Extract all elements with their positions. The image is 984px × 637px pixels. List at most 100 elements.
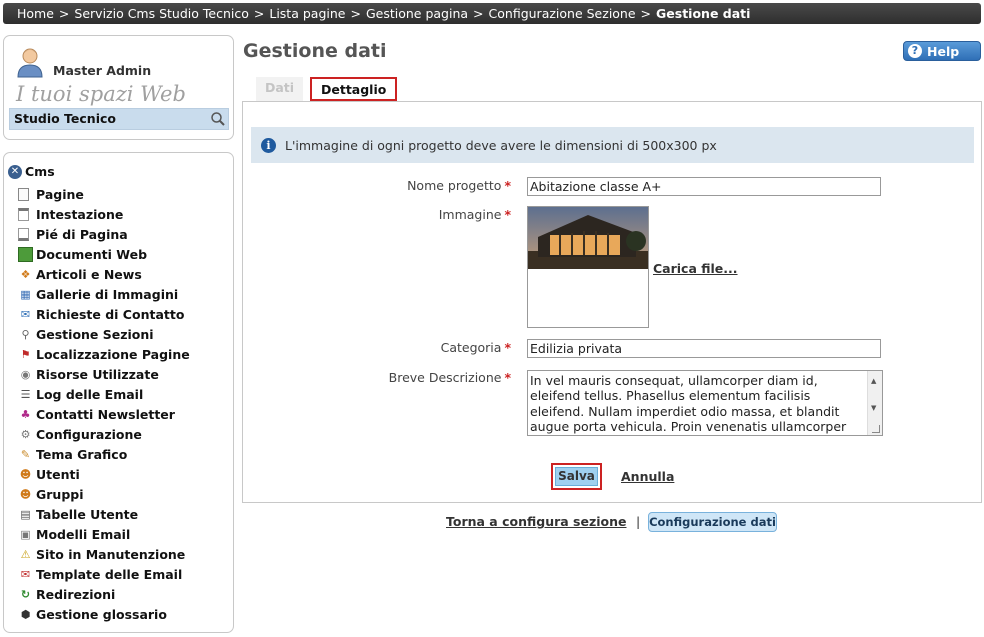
tab-dati[interactable]: Dati xyxy=(256,77,304,101)
menu-item-label: Articoli e News xyxy=(36,266,142,282)
breadcrumb-separator: > xyxy=(640,6,652,21)
breadcrumb-current: Gestione dati xyxy=(656,6,751,21)
warning-icon: ⚠ xyxy=(20,547,31,561)
house-photo xyxy=(528,207,648,269)
sections-icon: ⚲ xyxy=(21,327,30,341)
menu-item-label: Pié di Pagina xyxy=(36,226,128,242)
breadcrumb-separator: > xyxy=(253,6,265,21)
user-name: Master Admin xyxy=(53,63,152,78)
menu-item-label: Localizzazione Pagine xyxy=(36,346,190,362)
gallery-icon: ▦ xyxy=(20,287,31,301)
required-mark: * xyxy=(504,370,511,385)
menu-item-intestazione[interactable]: Intestazione xyxy=(18,204,190,224)
scroll-down-icon[interactable]: ▼ xyxy=(871,401,876,416)
menu-item-label: Intestazione xyxy=(36,206,124,222)
detail-form: i L'immagine di ogni progetto deve avere… xyxy=(242,101,982,503)
menu-item-localizzazione[interactable]: ⚑ Localizzazione Pagine xyxy=(18,344,190,364)
newsletter-icon: ♣ xyxy=(20,407,31,421)
menu-item-gruppi[interactable]: ☻ Gruppi xyxy=(18,484,190,504)
cancel-link[interactable]: Annulla xyxy=(621,469,674,484)
contact-request-icon: ✉ xyxy=(20,307,31,321)
menu-item-label: Modelli Email xyxy=(36,526,131,542)
menu-item-utenti[interactable]: ☻ Utenti xyxy=(18,464,190,484)
menu-root-cms[interactable]: ✕ Cms xyxy=(8,164,55,179)
cms-menu: ✕ Cms Pagine Intestazione Pié di Pagina … xyxy=(3,152,234,633)
info-text: L'immagine di ogni progetto deve avere l… xyxy=(285,137,717,153)
upload-file-link[interactable]: Carica file... xyxy=(653,261,738,276)
breadcrumb-configurazione-sezione[interactable]: Configurazione Sezione xyxy=(489,6,636,21)
menu-item-configurazione[interactable]: ⚙ Configurazione xyxy=(18,424,190,444)
help-label: Help xyxy=(927,43,960,59)
menu-item-log-email[interactable]: ☰ Log delle Email xyxy=(18,384,190,404)
menu-item-sito-manutenzione[interactable]: ⚠ Sito in Manutenzione xyxy=(18,544,190,564)
menu-item-tabelle-utente[interactable]: ▤ Tabelle Utente xyxy=(18,504,190,524)
nome-progetto-input[interactable]: Abitazione classe A+ xyxy=(527,177,881,196)
header-icon xyxy=(18,207,29,221)
footer-icon xyxy=(18,227,29,241)
footer-separator: | xyxy=(636,514,641,529)
menu-item-label: Log delle Email xyxy=(36,386,144,402)
menu-item-label: Gestione Sezioni xyxy=(36,326,154,342)
menu-item-gallerie[interactable]: ▦ Gallerie di Immagini xyxy=(18,284,190,304)
breadcrumb-gestione-pagina[interactable]: Gestione pagina xyxy=(366,6,468,21)
tab-dettaglio[interactable]: Dettaglio xyxy=(310,77,398,101)
categoria-input[interactable]: Edilizia privata xyxy=(527,339,881,358)
menu-item-label: Documenti Web xyxy=(36,246,148,262)
configurazione-dati-button[interactable]: Configurazione dati xyxy=(648,512,777,532)
menu-item-risorse[interactable]: ◉ Risorse Utilizzate xyxy=(18,364,190,384)
table-icon: ▤ xyxy=(20,507,31,521)
glossary-icon: ⬢ xyxy=(20,607,31,621)
breadcrumb-servizio-cms[interactable]: Servizio Cms Studio Tecnico xyxy=(74,6,248,21)
menu-item-glossario[interactable]: ⬢ Gestione glossario xyxy=(18,604,190,624)
breve-descrizione-textarea[interactable]: In vel mauris consequat, ullamcorper dia… xyxy=(527,370,883,436)
nome-progetto-label: Nome progetto * xyxy=(407,178,511,193)
menu-item-label: Richieste di Contatto xyxy=(36,306,185,322)
group-icon: ☻ xyxy=(19,487,32,501)
immagine-label: Immagine * xyxy=(438,207,511,222)
site-selector[interactable]: Studio Tecnico xyxy=(9,108,229,130)
menu-item-pagine[interactable]: Pagine xyxy=(18,184,190,204)
menu-item-pie-di-pagina[interactable]: Pié di Pagina xyxy=(18,224,190,244)
site-name: Studio Tecnico xyxy=(14,111,116,126)
resize-grip-icon[interactable] xyxy=(872,425,880,433)
news-icon: ❖ xyxy=(20,267,31,281)
menu-item-label: Template delle Email xyxy=(36,566,183,582)
description-text: In vel mauris consequat, ullamcorper dia… xyxy=(530,373,847,435)
menu-item-template-email[interactable]: ✉ Template delle Email xyxy=(18,564,190,584)
breadcrumb-lista-pagine[interactable]: Lista pagine xyxy=(269,6,345,21)
save-label: Salva xyxy=(555,467,598,486)
redirect-icon: ↻ xyxy=(20,587,31,601)
info-icon: i xyxy=(261,137,276,153)
scroll-up-icon[interactable]: ▲ xyxy=(871,374,876,389)
breve-descrizione-label: Breve Descrizione * xyxy=(388,370,511,385)
menu-item-documenti-web[interactable]: Documenti Web xyxy=(18,244,190,264)
menu-item-redirezioni[interactable]: ↻ Redirezioni xyxy=(18,584,190,604)
page-title: Gestione dati xyxy=(243,40,387,62)
menu-item-modelli-email[interactable]: ▣ Modelli Email xyxy=(18,524,190,544)
help-button[interactable]: ? Help xyxy=(903,41,981,61)
search-icon[interactable] xyxy=(210,111,226,127)
save-button[interactable]: Salva xyxy=(551,463,602,490)
email-log-icon: ☰ xyxy=(20,387,31,401)
menu-item-label: Utenti xyxy=(36,466,80,482)
menu-list: Pagine Intestazione Pié di Pagina Docume… xyxy=(18,184,190,624)
menu-item-gestione-sezioni[interactable]: ⚲ Gestione Sezioni xyxy=(18,324,190,344)
mail-icon: ✉ xyxy=(20,567,31,581)
user-icon: ☻ xyxy=(19,467,32,481)
tagline: I tuoi spazi Web xyxy=(16,82,186,106)
menu-item-label: Gallerie di Immagini xyxy=(36,286,179,302)
breadcrumb-separator: > xyxy=(350,6,361,21)
user-panel: Master Admin I tuoi spazi Web Studio Tec… xyxy=(3,35,234,140)
project-image-preview xyxy=(527,206,649,328)
collapse-icon[interactable]: ✕ xyxy=(8,164,22,179)
menu-item-richieste-contatto[interactable]: ✉ Richieste di Contatto xyxy=(18,304,190,324)
menu-item-articoli-news[interactable]: ❖ Articoli e News xyxy=(18,264,190,284)
gear-icon: ⚙ xyxy=(20,427,31,441)
menu-item-contatti-newsletter[interactable]: ♣ Contatti Newsletter xyxy=(18,404,190,424)
menu-item-tema-grafico[interactable]: ✎ Tema Grafico xyxy=(18,444,190,464)
breadcrumb-separator: > xyxy=(473,6,484,21)
back-to-section-link[interactable]: Torna a configura sezione xyxy=(446,514,627,529)
web-document-icon xyxy=(18,246,33,262)
menu-item-label: Tabelle Utente xyxy=(36,506,139,522)
breadcrumb-home[interactable]: Home xyxy=(17,6,54,21)
